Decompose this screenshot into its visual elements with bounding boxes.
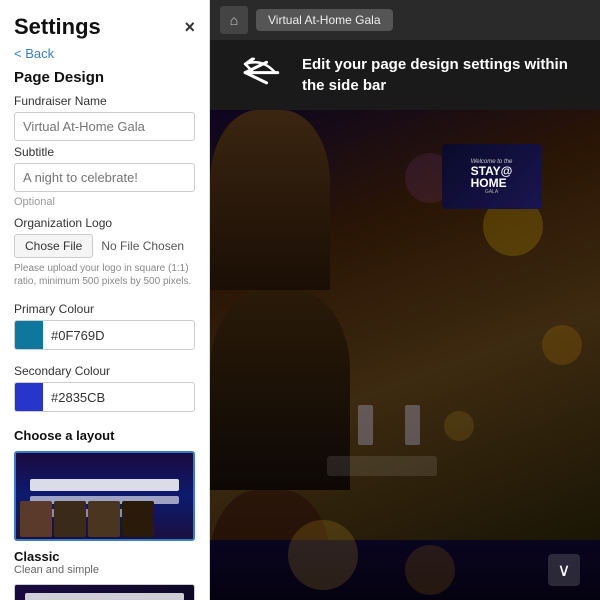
logo-hint: Please upload your logo in square (1:1) …: [0, 262, 209, 298]
choose-layout-label: Choose a layout: [0, 422, 209, 451]
bokeh-bottom-1: [288, 520, 358, 590]
secondary-colour-field: #2835CB: [14, 382, 195, 412]
tv-text-stay: STAY@HOME: [471, 165, 513, 189]
subtitle-input[interactable]: [14, 163, 195, 192]
table-item: [327, 456, 437, 476]
primary-colour-label: Primary Colour: [0, 298, 209, 320]
main-content: ⌂ Virtual At-Home Gala Edit your page de…: [210, 0, 600, 600]
dinner-scene: Welcome to the STAY@HOME GALA: [210, 110, 600, 540]
choose-file-button[interactable]: Chose File: [14, 234, 93, 258]
tab-bar: ⌂ Virtual At-Home Gala: [210, 0, 600, 40]
layout-person-2: [54, 501, 86, 537]
bokeh-3: [444, 411, 474, 441]
arrow-icon: [228, 53, 288, 98]
main-image-area: Welcome to the STAY@HOME GALA: [210, 110, 600, 540]
settings-sidebar: Settings × < Back Page Design Fundraiser…: [0, 0, 210, 600]
file-chosen-text: No File Chosen: [101, 239, 184, 253]
layout-people-row: [16, 499, 193, 539]
logo-upload-row: Chose File No File Chosen: [0, 234, 209, 262]
layout-person-3: [88, 501, 120, 537]
primary-colour-swatch[interactable]: [15, 321, 43, 349]
layout-thumb2-bar1: [25, 593, 184, 600]
tv-inner: Welcome to the STAY@HOME GALA: [442, 144, 542, 209]
layout-thumb-bar1: [30, 479, 179, 491]
person-silhouette-1: [210, 110, 330, 290]
fundraiser-name-label: Fundraiser Name: [0, 94, 209, 112]
sidebar-header: Settings ×: [0, 0, 209, 44]
subtitle-label: Subtitle: [0, 145, 209, 163]
bottom-strip: ∨: [210, 540, 600, 600]
layout-classic-desc: Clean and simple: [0, 564, 209, 584]
layout-thumb2-image: [15, 585, 194, 600]
section-title: Page Design: [0, 67, 209, 94]
bokeh-2: [542, 325, 582, 365]
layout-thumb-inner: [16, 499, 193, 539]
optional-label: Optional: [0, 196, 209, 216]
edit-banner-text: Edit your page design settings within th…: [302, 54, 582, 96]
arrow-svg: [228, 53, 288, 93]
back-link[interactable]: < Back: [0, 44, 209, 67]
primary-colour-field: #0F769D: [14, 320, 195, 350]
glasses-item-2: [405, 405, 420, 445]
layout-thumb-image: [16, 453, 193, 539]
secondary-colour-label: Secondary Colour: [0, 360, 209, 382]
org-logo-label: Organization Logo: [0, 216, 209, 234]
close-button[interactable]: ×: [184, 17, 195, 38]
layout-classic-name: Classic: [0, 547, 209, 564]
home-icon-button[interactable]: ⌂: [220, 6, 248, 34]
page-tab[interactable]: Virtual At-Home Gala: [256, 9, 393, 31]
bokeh-bottom-2: [405, 545, 455, 595]
layout-person-4: [122, 501, 154, 537]
tv-screen: Welcome to the STAY@HOME GALA: [442, 144, 542, 209]
secondary-colour-swatch[interactable]: [15, 383, 43, 411]
layout-person-1: [20, 501, 52, 537]
sidebar-title: Settings: [14, 14, 101, 40]
tv-text-gala: GALA: [485, 189, 498, 195]
layout-second-thumbnail[interactable]: [14, 584, 195, 600]
edit-banner: Edit your page design settings within th…: [210, 40, 600, 110]
primary-colour-value: #0F769D: [43, 324, 194, 347]
secondary-colour-value: #2835CB: [43, 386, 194, 409]
chevron-down-button[interactable]: ∨: [548, 554, 580, 586]
glasses-item-1: [358, 405, 373, 445]
fundraiser-name-input[interactable]: [14, 112, 195, 141]
layout-classic-thumbnail[interactable]: [14, 451, 195, 541]
